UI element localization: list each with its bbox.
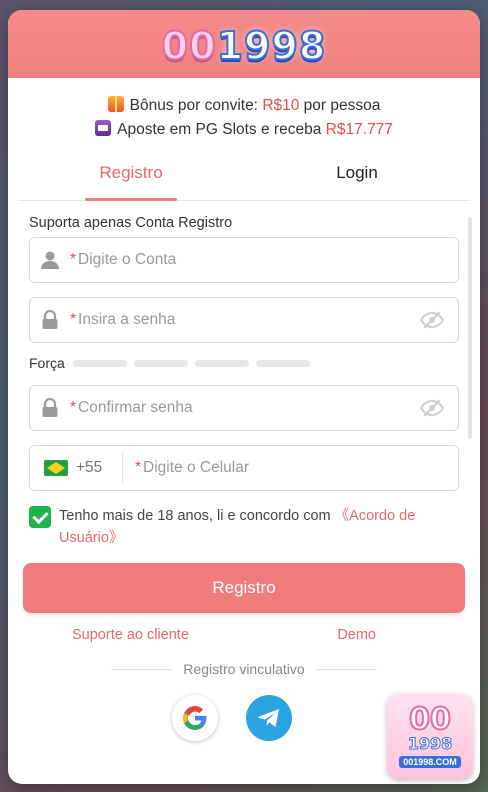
brazil-flag-icon[interactable]	[44, 460, 68, 476]
pg-slots-line: Aposte em PG Slots e receba R$17.777	[8, 118, 480, 142]
country-code[interactable]: +55	[76, 459, 114, 477]
password-placeholder: Insira a senha	[78, 311, 176, 328]
eye-off-icon[interactable]	[419, 399, 445, 422]
password-field[interactable]: * Insira a senha	[29, 297, 459, 343]
tab-login[interactable]: Login	[244, 158, 470, 200]
slot-machine-icon	[95, 120, 112, 136]
register-modal: 001998 Bônus por convite: R$10 por pesso…	[8, 10, 480, 784]
strength-bars	[72, 359, 310, 367]
floating-promo-badge[interactable]: 00 1998 001998.COM	[387, 693, 473, 779]
demo-link[interactable]: Demo	[337, 627, 376, 643]
terms-text: Tenho mais de 18 anos, li e concordo com	[59, 508, 335, 524]
invite-bonus-line: Bônus por convite: R$10 por pessoa	[8, 94, 480, 118]
strength-label: Força	[29, 355, 65, 371]
phone-placeholder: Digite o Celular	[143, 459, 250, 476]
password-strength: Força	[29, 355, 459, 371]
auth-tabs: Registro Login	[18, 158, 470, 201]
account-placeholder: Digite o Conta	[78, 251, 177, 268]
footer-links: Suporte ao cliente Demo	[8, 627, 480, 643]
google-login-button[interactable]	[172, 695, 218, 741]
brand-logo: 001998	[161, 23, 327, 69]
confirm-password-field[interactable]: * Confirmar senha	[29, 385, 459, 431]
account-hint: Suporta apenas Conta Registro	[29, 215, 233, 231]
lock-icon	[30, 398, 70, 418]
terms-checkbox[interactable]	[29, 506, 51, 528]
register-form: Suporta apenas Conta Registro * Digite o …	[8, 201, 480, 549]
form-scrollbar[interactable]	[468, 217, 472, 439]
social-title: Registro vinculativo	[183, 661, 305, 677]
telegram-login-button[interactable]	[246, 695, 292, 741]
user-icon	[30, 250, 70, 270]
gift-icon	[107, 96, 124, 112]
promo-banner: Bônus por convite: R$10 por pessoa Apost…	[8, 78, 480, 142]
lock-icon	[30, 310, 70, 330]
eye-off-icon[interactable]	[419, 311, 445, 334]
terms-agreement: Tenho mais de 18 anos, li e concordo com…	[29, 505, 459, 549]
social-divider: Registro vinculativo	[8, 661, 480, 677]
tab-registro[interactable]: Registro	[18, 158, 244, 201]
account-field[interactable]: * Digite o Conta	[29, 237, 459, 283]
customer-support-link[interactable]: Suporte ao cliente	[72, 627, 189, 643]
google-icon	[183, 706, 207, 730]
phone-field[interactable]: +55 * Digite o Celular	[29, 445, 459, 491]
modal-header: 001998	[8, 10, 480, 78]
register-button[interactable]: Registro	[23, 563, 465, 613]
confirm-placeholder: Confirmar senha	[78, 399, 193, 416]
telegram-icon	[258, 709, 279, 727]
